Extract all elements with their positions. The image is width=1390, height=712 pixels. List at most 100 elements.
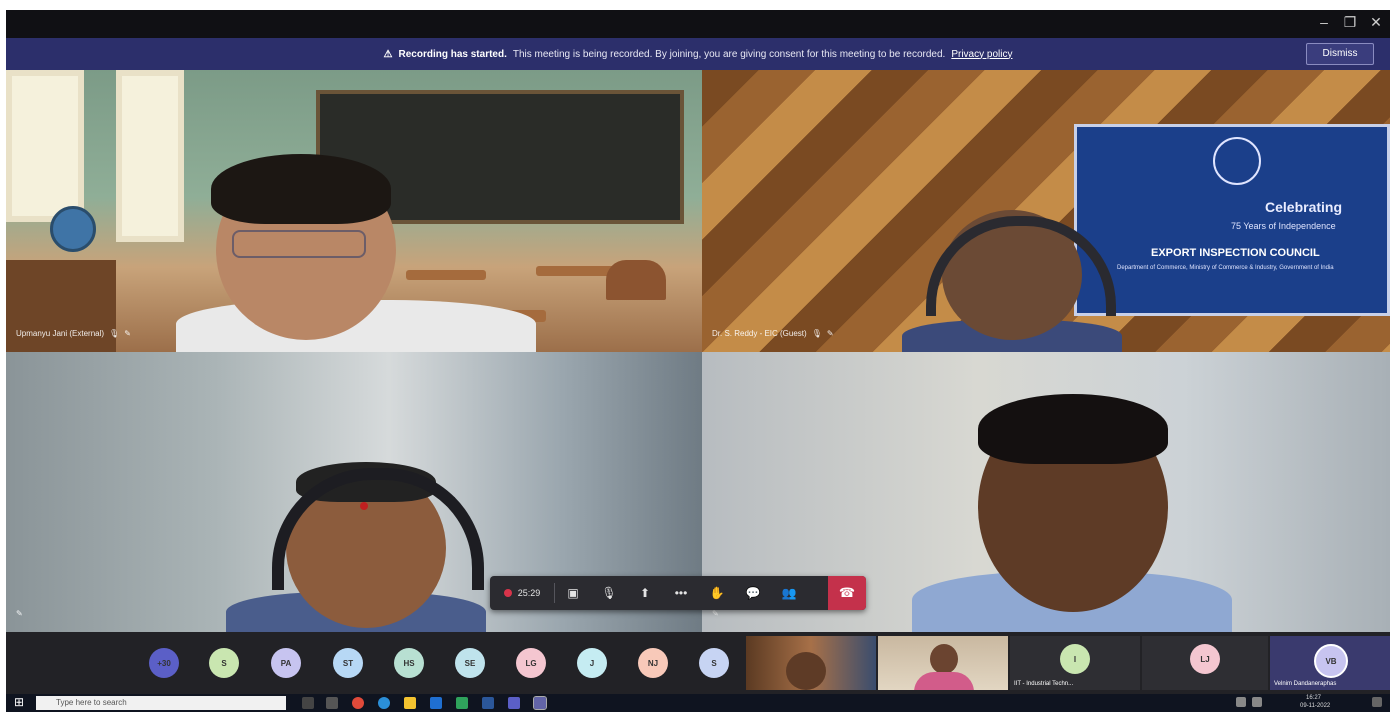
- video-tile-1[interactable]: Upmanyu Jani (External) 🎙 ✎: [6, 70, 702, 352]
- participant-tile[interactable]: I IIT - Industrial Techn...: [1010, 636, 1140, 690]
- participant-name-label: ✎: [16, 609, 23, 618]
- close-button[interactable]: ✕: [1364, 14, 1388, 31]
- avatar-initials: J: [589, 658, 595, 668]
- avatar-initials: ST: [342, 658, 354, 668]
- network-icon[interactable]: [1236, 697, 1246, 707]
- avatar-initials: S: [221, 658, 227, 668]
- overflow-avatar[interactable]: +30: [149, 648, 179, 678]
- recording-message: This meeting is being recorded. By joini…: [512, 48, 946, 60]
- volume-icon[interactable]: [1252, 697, 1262, 707]
- avatar-initials: LJ: [1200, 654, 1210, 664]
- timer-text: 25:29: [517, 588, 541, 598]
- task-view-icon[interactable]: [302, 697, 314, 709]
- notifications-icon[interactable]: [1372, 697, 1382, 707]
- dismiss-button[interactable]: Dismiss: [1306, 43, 1374, 65]
- recording-title: Recording has started.: [398, 48, 507, 60]
- mic-button[interactable]: 🎙: [591, 576, 627, 610]
- warning-icon: ⚠: [383, 48, 393, 60]
- leave-button[interactable]: ☎: [828, 576, 866, 610]
- participant-name: Dr. S. Reddy - EIC (Guest): [712, 329, 807, 338]
- window-decoration: [116, 70, 184, 242]
- participant-tile[interactable]: VB Velnim Dandaneraphas: [1270, 636, 1390, 690]
- banner-line3: EXPORT INSPECTION COUNCIL: [1151, 247, 1320, 259]
- participant-strip: +30 S PA ST HS SE LG J NJ S I IIT - Indu…: [6, 632, 1390, 694]
- raise-hand-button[interactable]: ✋: [699, 576, 735, 610]
- edge-icon[interactable]: [378, 697, 390, 709]
- mail-icon[interactable]: [430, 697, 442, 709]
- video-thumbnail[interactable]: [746, 636, 876, 690]
- participant-avatar[interactable]: HS: [394, 648, 424, 678]
- mic-icon: 🎙: [109, 329, 120, 338]
- chat-button[interactable]: 💬: [735, 576, 771, 610]
- participant-avatar[interactable]: LG: [516, 648, 546, 678]
- chrome-icon[interactable]: [352, 697, 364, 709]
- windows-taskbar: ⊞ Type here to search 16:27 09-11-2022: [6, 694, 1390, 712]
- participant-avatar[interactable]: J: [577, 648, 607, 678]
- participant-avatar[interactable]: NJ: [638, 648, 668, 678]
- avatar-initials: I: [1073, 654, 1077, 664]
- pin-icon[interactable]: ✎: [16, 609, 23, 618]
- teams-meeting-window: – ❐ ✕ ⚠ Recording has started. This meet…: [6, 10, 1390, 712]
- teams-icon[interactable]: [508, 697, 520, 709]
- participant-avatar[interactable]: S: [699, 648, 729, 678]
- banner-line1: Celebrating: [1265, 199, 1343, 215]
- participant-tile[interactable]: LJ: [1142, 636, 1268, 690]
- participant-name-label: Dr. S. Reddy - EIC (Guest) 🎙 ✎: [712, 329, 834, 338]
- globe: [50, 206, 96, 252]
- participant-name-label: ✎: [712, 609, 719, 618]
- participant-name: IIT - Industrial Techn...: [1014, 681, 1074, 687]
- bookshelf: [6, 260, 116, 352]
- avatar-initials: +30: [157, 658, 171, 668]
- share-button[interactable]: ⬆: [627, 576, 663, 610]
- file-explorer-icon[interactable]: [404, 697, 416, 709]
- video-thumbnail[interactable]: [878, 636, 1008, 690]
- avatar-initials: S: [711, 658, 717, 668]
- privacy-policy-link[interactable]: Privacy policy: [951, 49, 1012, 60]
- avatar-initials: LG: [525, 658, 537, 668]
- restore-button[interactable]: ❐: [1338, 14, 1362, 31]
- participants-button[interactable]: 👥: [771, 576, 807, 610]
- word-icon[interactable]: [482, 697, 494, 709]
- participant-head: [930, 644, 958, 674]
- emblem-icon: [1213, 137, 1261, 185]
- teams-meeting-icon[interactable]: [533, 696, 547, 710]
- desk: [406, 270, 486, 280]
- tray-date[interactable]: 09-11-2022: [1300, 703, 1330, 709]
- meeting-controls: 25:29 ▣ 🎙 ⬆ ••• ✋ 💬 👥 ☎: [490, 576, 866, 610]
- avatar-initials: VB: [1325, 656, 1337, 666]
- pin-icon[interactable]: ✎: [124, 329, 131, 338]
- taskbar-search-input[interactable]: Type here to search: [36, 696, 286, 710]
- eic-banner: Celebrating 75 Years of Independence EXP…: [1074, 124, 1390, 316]
- participant-hair: [978, 394, 1168, 464]
- window-decoration: [6, 70, 84, 222]
- banner-line4: Department of Commerce, Ministry of Comm…: [1117, 265, 1334, 271]
- participant-avatar[interactable]: S: [209, 648, 239, 678]
- video-tile-2[interactable]: Celebrating 75 Years of Independence EXP…: [702, 70, 1390, 352]
- recording-banner: ⚠ Recording has started. This meeting is…: [6, 38, 1390, 70]
- camera-button[interactable]: ▣: [555, 576, 591, 610]
- participant-avatar[interactable]: SE: [455, 648, 485, 678]
- participant-avatar: I: [1060, 644, 1090, 674]
- participant-avatar[interactable]: ST: [333, 648, 363, 678]
- participant-avatar: VB: [1314, 644, 1348, 678]
- excel-icon[interactable]: [456, 697, 468, 709]
- widgets-icon[interactable]: [326, 697, 338, 709]
- chair: [606, 260, 666, 300]
- participant-name: Upmanyu Jani (External): [16, 329, 105, 338]
- participant-head: [786, 652, 826, 690]
- pin-icon[interactable]: ✎: [712, 609, 719, 618]
- more-button[interactable]: •••: [663, 576, 699, 610]
- tilak-mark: [360, 502, 368, 510]
- banner-line2: 75 Years of Independence: [1231, 221, 1336, 231]
- participant-torso: [914, 672, 974, 690]
- pin-icon[interactable]: ✎: [827, 329, 834, 338]
- participant-avatar[interactable]: PA: [271, 648, 301, 678]
- participant-hair: [211, 154, 391, 224]
- minimize-button[interactable]: –: [1312, 14, 1336, 30]
- title-bar: – ❐ ✕: [6, 10, 1390, 38]
- avatar-initials: NJ: [647, 658, 659, 668]
- tray-time[interactable]: 16:27: [1306, 695, 1321, 701]
- participant-name-label: Upmanyu Jani (External) 🎙 ✎: [16, 329, 131, 338]
- recording-dot-icon: [503, 589, 512, 597]
- windows-start-icon[interactable]: ⊞: [14, 695, 24, 709]
